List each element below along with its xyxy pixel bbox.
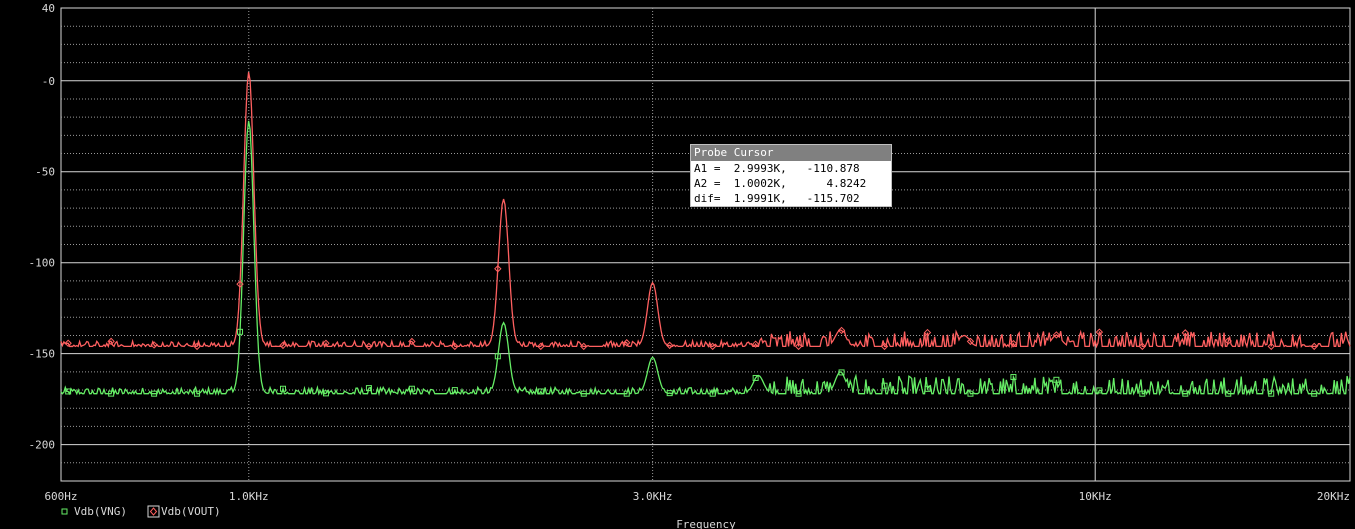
probe-label: A1 = (694, 162, 721, 175)
y-tick-label: -200 (29, 439, 56, 452)
probe-cursor-window[interactable]: Probe Cursor A1 = 2.9993K, -110.878 A2 =… (690, 144, 892, 207)
probe-cursor-row-a1: A1 = 2.9993K, -110.878 (691, 161, 891, 176)
x-tick-label: 20KHz (1317, 490, 1350, 503)
legend-label: Vdb(VNG) (74, 505, 127, 518)
probe-x: 1.9991K, (733, 192, 787, 205)
probe-cursor-title[interactable]: Probe Cursor (691, 145, 891, 161)
legend-label: Vdb(VOUT) (161, 505, 221, 518)
probe-label: A2 = (694, 177, 721, 190)
tick-labels: 40 -0 -50 -100 -150 -200 600Hz 1.0KHz 3.0KHz 10KH… (29, 2, 1351, 503)
probe-y: -110.878 (806, 162, 860, 175)
x-tick-label: 1.0KHz (229, 490, 269, 503)
x-tick-label: 10KHz (1079, 490, 1112, 503)
probe-x: 2.9993K, (733, 162, 787, 175)
x-axis-title: Frequency (676, 518, 736, 529)
x-tick-label: 600Hz (44, 490, 77, 503)
probe-label: dif= (694, 192, 721, 205)
probe-y: -115.702 (806, 192, 860, 205)
plot-area[interactable]: 40 -0 -50 -100 -150 -200 600Hz 1.0KHz 3.0KHz 10KH… (0, 0, 1355, 529)
y-tick-label: -150 (29, 348, 56, 361)
y-tick-label: -100 (29, 257, 56, 270)
probe-y: 4.8242 (826, 177, 867, 190)
probe-cursor-row-dif: dif= 1.9991K, -115.702 (691, 191, 891, 206)
probe-x: 1.0002K, (733, 177, 787, 190)
legend-marker (149, 507, 158, 516)
probe-cursor-row-a2: A2 = 1.0002K, 4.8242 (691, 176, 891, 191)
legend-marker (61, 508, 68, 515)
series-line-vout (60, 71, 1351, 349)
y-tick-label: -0 (42, 75, 55, 88)
legend: Vdb(VNG) Vdb(VOUT) (61, 505, 221, 518)
y-tick-label: 40 (42, 2, 55, 15)
y-tick-label: -50 (35, 166, 55, 179)
x-tick-label: 3.0KHz (633, 490, 673, 503)
series-layer (60, 71, 1351, 397)
